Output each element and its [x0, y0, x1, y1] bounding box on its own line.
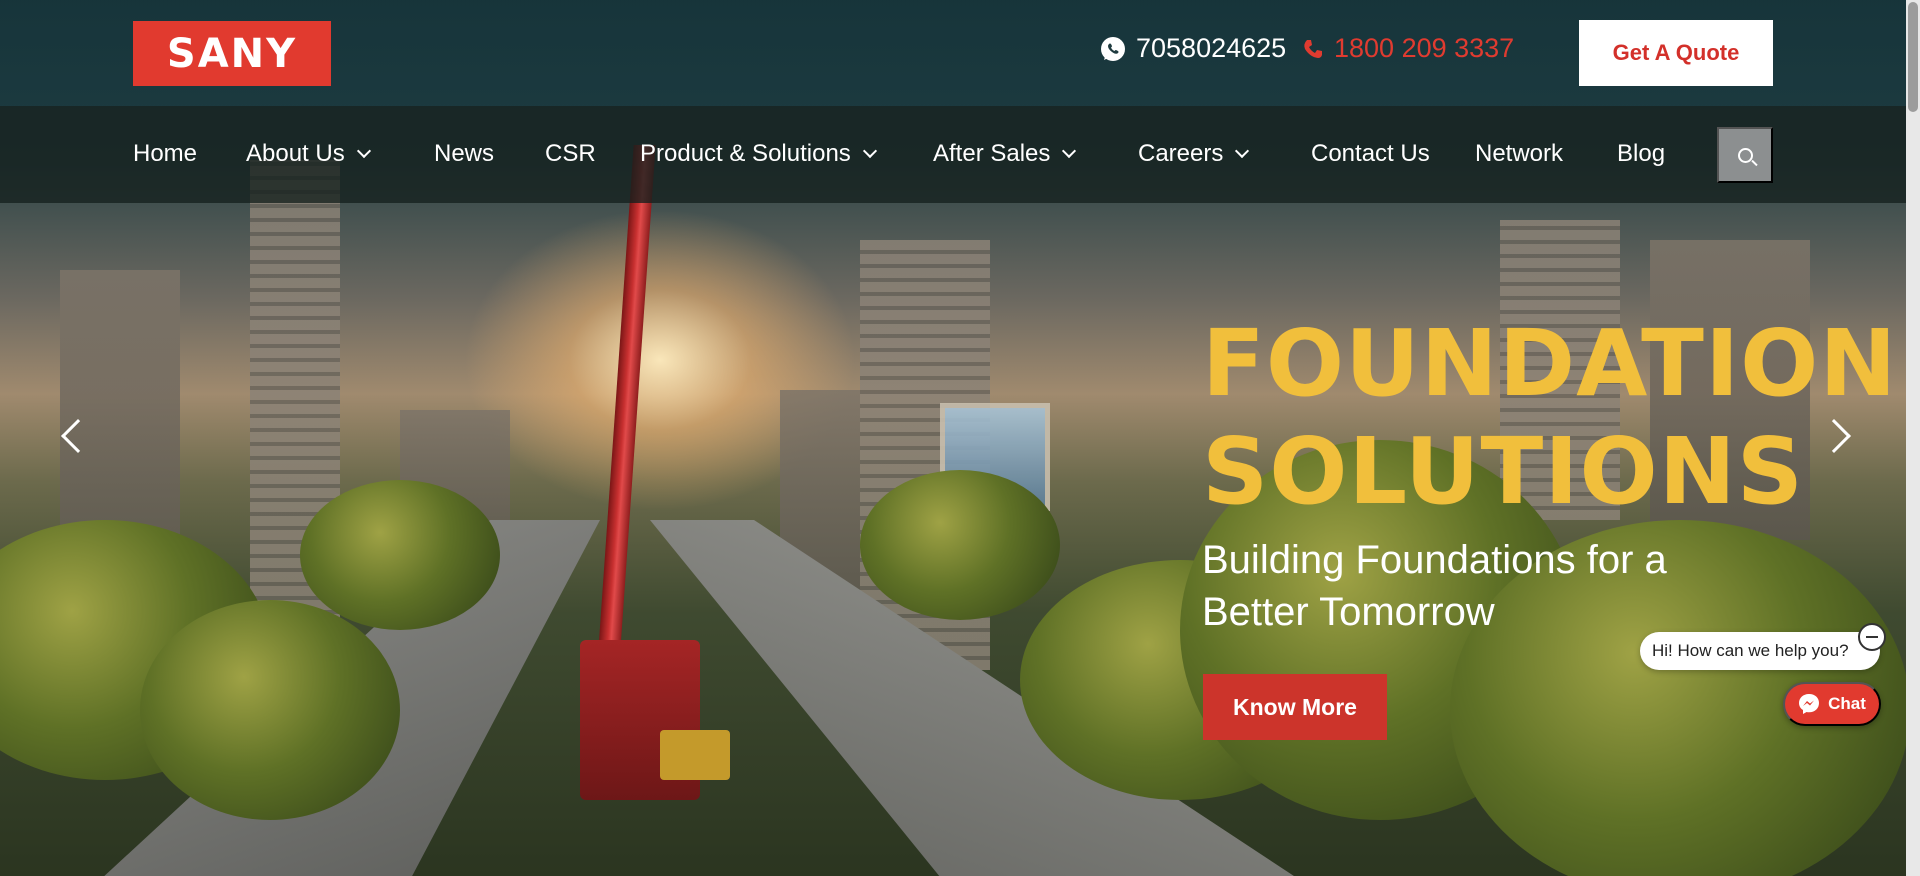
hero-subtitle: Building Foundations for a Better Tomorr… — [1202, 538, 1667, 634]
whatsapp-number: 7058024625 — [1136, 33, 1287, 63]
phone-contact[interactable]: 1800 209 3337 — [1302, 33, 1514, 64]
nav-label: Contact Us — [1311, 140, 1430, 167]
search-button[interactable] — [1717, 127, 1773, 183]
nav-item-contact-us[interactable]: Contact Us — [1311, 140, 1430, 168]
tree — [140, 600, 400, 820]
main-navigation: Home About Us News CSR Product & Solutio… — [0, 106, 1906, 203]
nav-label: Network — [1475, 140, 1564, 167]
messenger-icon — [1799, 694, 1820, 714]
chevron-down-icon — [356, 143, 371, 159]
nav-item-after-sales[interactable]: After Sales — [933, 140, 1077, 168]
chevron-down-icon — [1062, 143, 1077, 159]
nav-label: Blog — [1617, 140, 1666, 167]
page-scrollbar[interactable] — [1906, 0, 1920, 876]
nav-label: Careers — [1138, 140, 1224, 167]
nav-label: About Us — [246, 140, 345, 167]
get-a-quote-button[interactable]: Get A Quote — [1579, 20, 1773, 86]
search-icon — [1737, 147, 1753, 163]
whatsapp-contact[interactable]: 7058024625 — [1100, 33, 1286, 64]
logo-text: SANY — [166, 30, 298, 77]
chat-button[interactable]: Chat — [1783, 682, 1881, 726]
excavator — [660, 730, 730, 780]
hero-title: FOUNDATION SOLUTIONS — [1202, 310, 1898, 526]
hero-title-line1: FOUNDATION — [1202, 310, 1898, 417]
nav-item-csr[interactable]: CSR — [545, 140, 596, 168]
nav-item-network[interactable]: Network — [1475, 140, 1563, 168]
chevron-down-icon — [1235, 143, 1250, 159]
chevron-down-icon — [862, 143, 877, 159]
phone-number: 1800 209 3337 — [1334, 33, 1515, 63]
nav-item-home[interactable]: Home — [133, 140, 197, 168]
know-more-button[interactable]: Know More — [1203, 674, 1387, 740]
hero-title-line2: SOLUTIONS — [1202, 418, 1804, 525]
nav-label: After Sales — [933, 140, 1051, 167]
chat-greeting-text: Hi! How can we help you? — [1652, 641, 1849, 660]
nav-label: CSR — [545, 140, 596, 167]
nav-label: Product & Solutions — [640, 140, 851, 167]
nav-item-product-solutions[interactable]: Product & Solutions — [640, 140, 877, 168]
top-header: SANY 7058024625 1800 209 3337 Get A Quot… — [0, 0, 1906, 106]
scrollbar-thumb[interactable] — [1908, 2, 1918, 112]
tree — [300, 480, 500, 630]
nav-item-blog[interactable]: Blog — [1617, 140, 1665, 168]
nav-label: News — [434, 140, 495, 167]
tree — [860, 470, 1060, 620]
sany-logo[interactable]: SANY — [133, 21, 331, 86]
nav-item-about-us[interactable]: About Us — [246, 140, 371, 168]
phone-icon — [1304, 39, 1322, 58]
nav-item-careers[interactable]: Careers — [1138, 140, 1250, 168]
whatsapp-icon — [1101, 36, 1125, 61]
chat-greeting[interactable]: Hi! How can we help you? — [1640, 632, 1880, 670]
chat-button-label: Chat — [1828, 694, 1866, 713]
nav-item-news[interactable]: News — [434, 140, 494, 168]
nav-label: Home — [133, 140, 198, 167]
chat-minimize-button[interactable] — [1858, 623, 1886, 651]
